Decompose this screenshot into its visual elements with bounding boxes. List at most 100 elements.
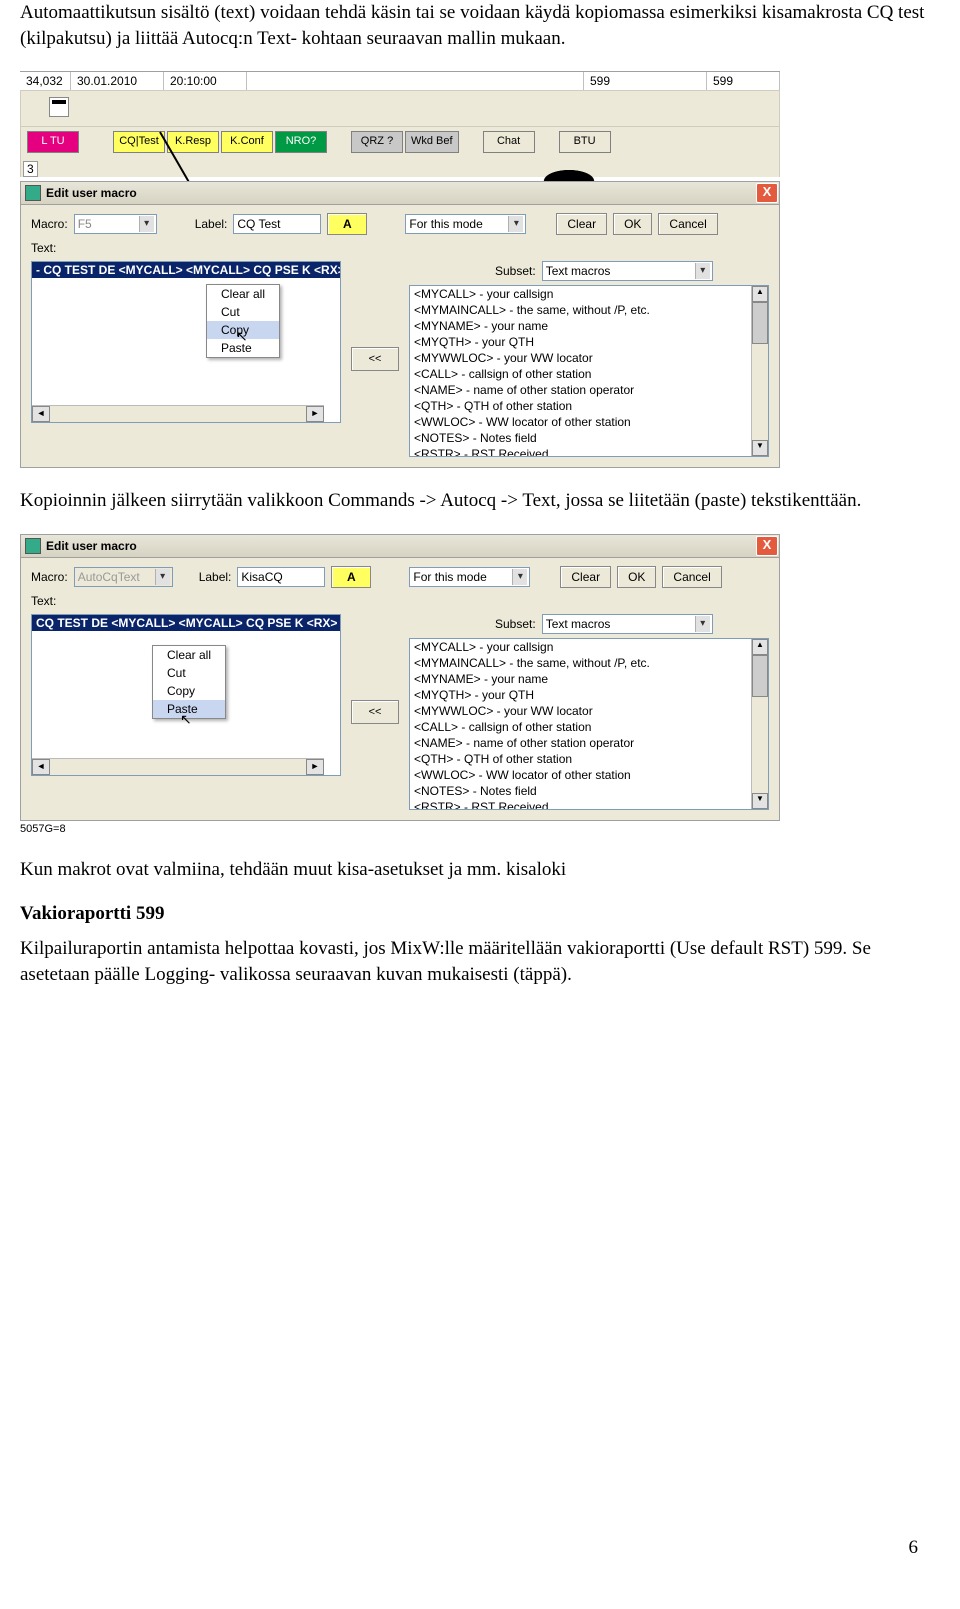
list-item[interactable]: <RSTR> - RST Received: [410, 799, 768, 810]
subset-label: Subset:: [495, 264, 536, 278]
header-cells: 34,032 30.01.2010 20:10:00 599 599: [20, 71, 780, 90]
list-item[interactable]: <RSTR> - RST Received: [410, 446, 768, 457]
macro-ltu[interactable]: L TU: [27, 131, 79, 153]
page-number: 6: [909, 1537, 919, 1559]
macro-label: Macro:: [31, 217, 68, 231]
list-item[interactable]: <MYCALL> - your callsign: [410, 286, 768, 302]
context-menu: Clear all Cut Copy Paste: [206, 284, 280, 358]
list-item[interactable]: <NOTES> - Notes field: [410, 430, 768, 446]
label-input[interactable]: CQ Test: [233, 214, 321, 234]
macro-select[interactable]: F5: [74, 214, 157, 234]
text-label: Text:: [31, 594, 56, 608]
cell-0: 34,032: [20, 72, 71, 90]
ok-button[interactable]: OK: [613, 213, 652, 235]
ctx-cut[interactable]: Cut: [207, 303, 279, 321]
close-icon[interactable]: X: [756, 183, 778, 203]
ok-button[interactable]: OK: [617, 566, 656, 588]
paragraph-4: Kilpailuraportin antamista helpottaa kov…: [20, 936, 940, 987]
clear-button[interactable]: Clear: [556, 213, 607, 235]
macro-text-box[interactable]: CQ TEST DE <MYCALL> <MYCALL> CQ PSE K <R…: [31, 614, 341, 776]
list-item[interactable]: <WWLOC> - WW locator of other station: [410, 414, 768, 430]
cursor-icon: ↖: [180, 711, 192, 728]
list-item[interactable]: <MYQTH> - your QTH: [410, 334, 768, 350]
clear-button[interactable]: Clear: [560, 566, 611, 588]
insert-button[interactable]: <<: [351, 700, 399, 724]
list-item[interactable]: <CALL> - callsign of other station: [410, 719, 768, 735]
list-item[interactable]: <MYMAINCALL> - the same, without /P, etc…: [410, 655, 768, 671]
mode-select[interactable]: For this mode: [409, 567, 530, 587]
macro-kresp[interactable]: K.Resp: [167, 131, 219, 153]
h-scrollbar[interactable]: ◄►: [32, 758, 324, 775]
list-item[interactable]: <MYNAME> - your name: [410, 318, 768, 334]
window-icon: [25, 185, 41, 201]
cursor-icon: ↖: [236, 328, 248, 345]
list-item[interactable]: <CALL> - callsign of other station: [410, 366, 768, 382]
cell-3: 599: [584, 72, 707, 90]
cell-2: 20:10:00: [164, 72, 247, 90]
label-label: Label:: [199, 570, 232, 584]
cancel-button[interactable]: Cancel: [662, 566, 721, 588]
window-icon: [25, 538, 41, 554]
mode-select[interactable]: For this mode: [405, 214, 526, 234]
macro-btu[interactable]: BTU: [559, 131, 611, 153]
list-item[interactable]: <MYWWLOC> - your WW locator: [410, 350, 768, 366]
list-item[interactable]: <MYWWLOC> - your WW locator: [410, 703, 768, 719]
list-item[interactable]: <MYCALL> - your callsign: [410, 639, 768, 655]
list-item[interactable]: <MYNAME> - your name: [410, 671, 768, 687]
macro-kconf[interactable]: K.Conf: [221, 131, 273, 153]
list-item[interactable]: <WWLOC> - WW locator of other station: [410, 767, 768, 783]
list-item[interactable]: <MYQTH> - your QTH: [410, 687, 768, 703]
footer-code: 5057G=8: [20, 823, 66, 835]
ctx-copy[interactable]: Copy: [153, 682, 225, 700]
macro-nro[interactable]: NRO?: [275, 131, 327, 153]
close-icon[interactable]: X: [756, 536, 778, 556]
toolbar: [20, 90, 780, 127]
macro-wkdbef[interactable]: Wkd Bef: [405, 131, 459, 153]
subset-select[interactable]: Text macros: [542, 261, 713, 281]
list-item[interactable]: <QTH> - QTH of other station: [410, 398, 768, 414]
h-scrollbar[interactable]: ◄►: [32, 405, 324, 422]
macro-chat[interactable]: Chat: [483, 131, 535, 153]
cell-4: 599: [707, 72, 780, 90]
a-button[interactable]: A: [327, 213, 367, 235]
screenshot-1: 34,032 30.01.2010 20:10:00 599 599 L TU …: [20, 71, 780, 468]
macro-label: Macro:: [31, 570, 68, 584]
save-icon[interactable]: [49, 97, 69, 117]
ctx-cut[interactable]: Cut: [153, 664, 225, 682]
window-titlebar: Edit user macro X: [20, 181, 780, 205]
text-label: Text:: [31, 241, 56, 255]
label-input[interactable]: KisaCQ: [237, 567, 325, 587]
subset-label: Subset:: [495, 617, 536, 631]
macro-text-line: CQ TEST DE <MYCALL> <MYCALL> CQ PSE K <R…: [32, 615, 341, 631]
list-item[interactable]: <MYMAINCALL> - the same, without /P, etc…: [410, 302, 768, 318]
macro-button-row: L TU CQ|Test K.Resp K.Conf NRO? QRZ ? Wk…: [20, 127, 780, 157]
list-item[interactable]: <NAME> - name of other station operator: [410, 382, 768, 398]
label-label: Label:: [195, 217, 228, 231]
v-scrollbar[interactable]: ▲▼: [751, 286, 768, 456]
paragraph-3: Kun makrot ovat valmiina, tehdään muut k…: [20, 857, 940, 883]
paragraph-2: Kopioinnin jälkeen siirrytään valikkoon …: [20, 488, 940, 514]
window-titlebar: Edit user macro X: [20, 534, 780, 558]
window-title: Edit user macro: [46, 186, 137, 200]
list-item[interactable]: <NOTES> - Notes field: [410, 783, 768, 799]
screenshot-2: Edit user macro X Macro: AutoCqText Labe…: [20, 534, 780, 821]
macro-list[interactable]: <MYCALL> - your callsign <MYMAINCALL> - …: [409, 285, 769, 457]
subset-select[interactable]: Text macros: [542, 614, 713, 634]
insert-button[interactable]: <<: [351, 347, 399, 371]
macro-text-box[interactable]: - CQ TEST DE <MYCALL> <MYCALL> CQ PSE K …: [31, 261, 341, 423]
window-title: Edit user macro: [46, 539, 137, 553]
cancel-button[interactable]: Cancel: [658, 213, 717, 235]
a-button[interactable]: A: [331, 566, 371, 588]
macro-select[interactable]: AutoCqText: [74, 567, 173, 587]
ctx-clear-all[interactable]: Clear all: [207, 285, 279, 303]
macro-qrz[interactable]: QRZ ?: [351, 131, 403, 153]
cell-1: 30.01.2010: [71, 72, 164, 90]
ctx-clear-all[interactable]: Clear all: [153, 646, 225, 664]
macro-text-line: - CQ TEST DE <MYCALL> <MYCALL> CQ PSE K …: [32, 262, 341, 278]
macro-cqtest[interactable]: CQ|Test: [113, 131, 165, 153]
macro-list[interactable]: <MYCALL> - your callsign <MYMAINCALL> - …: [409, 638, 769, 810]
row-num: 3: [23, 161, 38, 177]
list-item[interactable]: <NAME> - name of other station operator: [410, 735, 768, 751]
list-item[interactable]: <QTH> - QTH of other station: [410, 751, 768, 767]
v-scrollbar[interactable]: ▲▼: [751, 639, 768, 809]
